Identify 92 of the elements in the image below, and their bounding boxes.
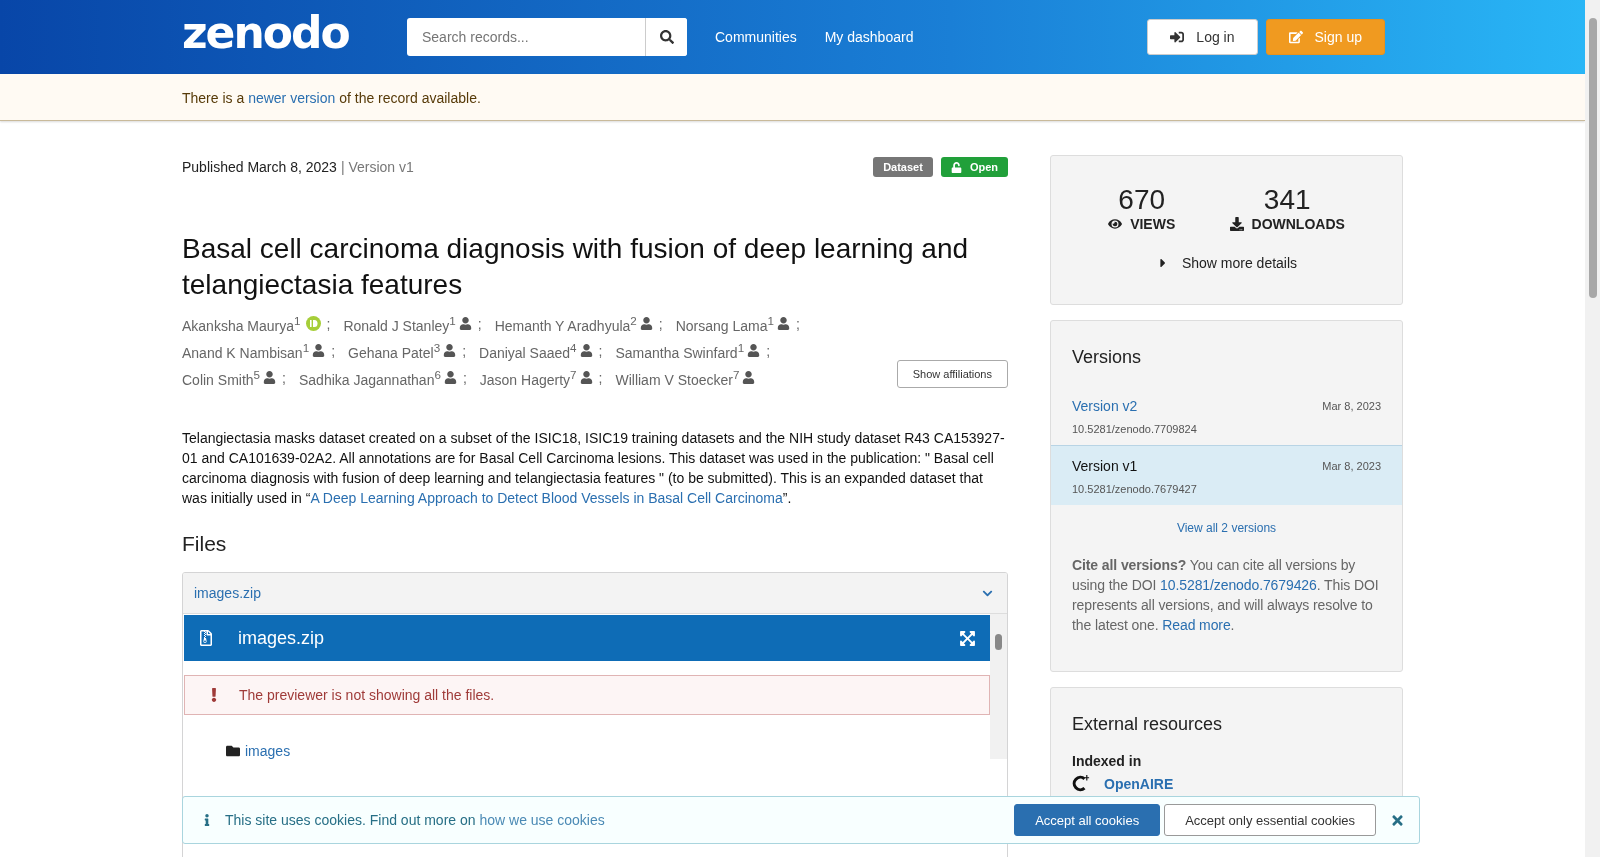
author-link[interactable]: Hemanth Y Aradhyula$^{2}$ xyxy=(494,313,653,334)
downloads-label: DOWNLOADS xyxy=(1251,216,1345,232)
version-label: | Version v1 xyxy=(340,159,414,175)
person-icon xyxy=(312,344,326,357)
version-item[interactable]: Version v2 Mar 8, 2023 10.5281/zenodo.7709824 xyxy=(1051,386,1402,445)
author-link[interactable]: Colin Smith$^{5}$ xyxy=(182,367,277,388)
archive-icon xyxy=(198,630,214,646)
views-count: 670 xyxy=(1118,184,1166,216)
view-all-versions-link[interactable]: View all 2 versions xyxy=(1051,521,1402,535)
downloads-count: 341 xyxy=(1263,184,1311,216)
person-icon xyxy=(458,317,472,330)
published-date: Published March 8, 2023 xyxy=(182,159,337,175)
separator: ; xyxy=(658,315,663,332)
eye-icon xyxy=(1108,217,1123,231)
file-header[interactable]: images.zip xyxy=(183,573,1007,614)
separator: ; xyxy=(282,369,286,386)
nav-link[interactable]: Communities xyxy=(715,29,797,45)
version-item[interactable]: Version v1 Mar 8, 2023 10.5281/zenodo.7679427 xyxy=(1051,445,1402,505)
separator: ; xyxy=(477,315,482,332)
cookies-link[interactable]: how we use cookies xyxy=(479,812,605,828)
author-link[interactable]: Sadhika Jagannathan$^{6}$ xyxy=(298,367,457,388)
person-icon xyxy=(639,317,653,330)
person-icon xyxy=(747,344,761,357)
scrollbar[interactable] xyxy=(990,614,1007,759)
indexed-in-label: Indexed in xyxy=(1071,753,1143,771)
paper-link[interactable]: A Deep Learning Approach to Detect Blood Vessels in Basal Cell Carcinoma xyxy=(310,490,783,506)
person-icon xyxy=(579,371,593,384)
show-more-details-button[interactable]: Show more details xyxy=(1149,254,1304,272)
version-label[interactable]: Version v2 xyxy=(1072,398,1138,414)
edit-icon xyxy=(1288,30,1303,44)
separator: ; xyxy=(766,342,770,359)
cookie-text: This site uses cookies. Find out more on how we use cookies xyxy=(225,812,606,828)
author-link[interactable]: Gehana Patel$^{3}$ xyxy=(348,340,457,361)
views-label: VIEWS xyxy=(1130,216,1176,232)
alert-text: The previewer is not showing all the files. xyxy=(239,687,495,703)
accept-essential-button[interactable]: Accept only essential cookies xyxy=(1164,804,1376,836)
preview-title: images.zip xyxy=(238,627,326,649)
search-icon xyxy=(659,30,674,44)
person-icon xyxy=(777,317,791,330)
accept-all-button[interactable]: Accept all cookies xyxy=(1014,804,1161,836)
type-badge: Dataset xyxy=(873,157,933,177)
doi-link[interactable]: 10.5281/zenodo.7679426 xyxy=(1160,577,1317,593)
fullscreen-icon[interactable] xyxy=(959,629,976,647)
separator: ; xyxy=(598,369,603,386)
person-icon xyxy=(742,371,756,384)
access-badge: Open xyxy=(940,157,1008,177)
page-scrollbar[interactable] xyxy=(1585,0,1600,857)
external-heading: External resources xyxy=(1071,713,1224,736)
openaire-icon xyxy=(1072,775,1090,792)
author-link[interactable]: Samantha Swinfard$^{1}$ xyxy=(615,340,761,361)
version-date: Mar 8, 2023 xyxy=(1322,400,1381,412)
author-link[interactable]: Norsang Lama$^{1}$ xyxy=(675,313,791,334)
person-icon xyxy=(443,344,457,357)
author-link[interactable]: Jason Hagerty$^{7}$ xyxy=(479,367,593,388)
description: Telangiectasia masks dataset created on a subset of the ISIC18, ISIC19 training datasets and the NIH study dataset R43 CA153927-01 and CA101639-02A2. All annotations are for Basal Cell Carcinoma lesions. This dataset was used in the publication: " Basal cell carcinoma diagnosis with fusion of deep learning and telangiectasia features " (to be submitted). This is an expanded dataset that was initially used in “A Deep Learning Approach to Detect Blood Vessels in Basal Cell Carcinoma”. xyxy=(182,429,1006,508)
search-field[interactable]: Search records... xyxy=(407,18,687,56)
zenodo-logo[interactable]: zenodo xyxy=(182,11,385,55)
openaire-link[interactable]: OpenAIRE xyxy=(1104,775,1174,792)
sign-in-icon xyxy=(1170,30,1185,44)
folder-link[interactable]: images xyxy=(245,743,291,759)
author-link[interactable]: William V Stoecker$^{7}$ xyxy=(615,367,756,388)
files-heading: Files xyxy=(182,532,228,556)
nav-link[interactable]: My dashboard xyxy=(824,29,914,45)
login-button[interactable]: Log in xyxy=(1147,19,1258,55)
version-date: Mar 8, 2023 xyxy=(1322,460,1381,472)
version-label[interactable]: Version v1 xyxy=(1072,458,1138,474)
person-icon xyxy=(443,371,457,384)
person-icon xyxy=(579,344,593,357)
versions-heading: Versions xyxy=(1071,346,1143,369)
version-notice: There is a newer version of the record available. xyxy=(0,74,1585,121)
record-title: Basal cell carcinoma diagnosis with fusion of deep learning and telangiectasia features xyxy=(182,232,970,302)
download-icon xyxy=(1229,217,1244,231)
author-link[interactable]: Akanksha Maurya$^{1}$ xyxy=(182,313,321,334)
version-doi: 10.5281/zenodo.7709824 xyxy=(1072,423,1198,435)
newer-version-link[interactable]: newer version xyxy=(248,90,336,106)
separator: ; xyxy=(326,315,331,332)
file-link[interactable]: images.zip xyxy=(194,585,261,601)
author-link[interactable]: Daniyal Saaed$^{4}$ xyxy=(479,340,593,361)
folder-icon xyxy=(226,744,240,758)
separator: ; xyxy=(462,342,466,359)
author-link[interactable]: Ronald J Stanley$^{1}$ xyxy=(343,313,472,334)
separator: ; xyxy=(462,369,467,386)
show-affiliations-button[interactable]: Show affiliations xyxy=(896,360,1008,388)
version-doi: 10.5281/zenodo.7679427 xyxy=(1072,483,1198,495)
separator: ; xyxy=(331,342,335,359)
author-link[interactable]: Anand K Nambisan$^{1}$ xyxy=(182,340,326,361)
read-more-link[interactable]: Read more xyxy=(1162,617,1231,633)
cite-note: Cite all versions? You can cite all versions by using the DOI 10.5281/zenodo.7679426. This DOI represents all versions, and will always resolve to the latest one. Read more. xyxy=(1071,556,1380,635)
separator: ; xyxy=(598,342,603,359)
separator: ; xyxy=(796,315,800,332)
person-icon xyxy=(263,371,277,384)
orcid-icon xyxy=(305,316,321,331)
